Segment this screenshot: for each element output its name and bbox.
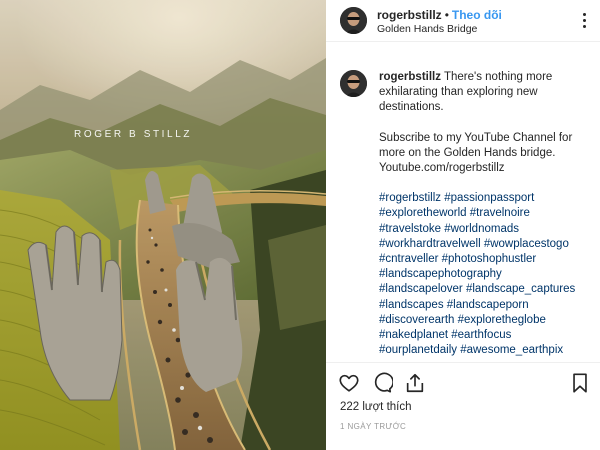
share-icon[interactable] xyxy=(404,372,426,394)
location-link[interactable]: Golden Hands Bridge xyxy=(377,23,477,35)
hashtag-line[interactable]: #discoverearth #exploretheglobe xyxy=(379,313,585,328)
post-details-panel: rogerbstillz • Theo dõi Golden Hands Bridg… xyxy=(326,0,600,450)
comment-icon[interactable] xyxy=(371,372,393,394)
youtube-link: Youtube.com/rogerbstillz xyxy=(379,162,505,175)
avatar[interactable] xyxy=(340,7,367,34)
avatar-image xyxy=(340,70,367,97)
hashtag-line[interactable]: #workhardtravelwell #wowplacestogo xyxy=(379,237,585,252)
header-separator: • xyxy=(444,8,449,22)
post-timestamp: 1 NGÀY TRƯỚC xyxy=(340,422,407,431)
follow-button[interactable]: Theo dõi xyxy=(452,8,502,22)
caption-avatar[interactable] xyxy=(340,70,367,97)
hashtag-line[interactable]: #exploretheworld #travelnoire xyxy=(379,206,585,221)
hashtag-line[interactable]: #landscapelover #landscape_captures xyxy=(379,282,585,297)
post-caption: rogerbstillz There's nothing more exhila… xyxy=(379,70,585,358)
photo-watermark: ROGER B STILLZ xyxy=(74,129,193,140)
hashtag-list: #rogerbstillz #passionpassport #exploret… xyxy=(379,191,585,358)
avatar-image xyxy=(340,7,367,34)
like-count[interactable]: 222 lượt thích xyxy=(340,401,412,413)
hashtag-line[interactable]: #landscapes #landscapeporn xyxy=(379,298,585,313)
hashtag-line[interactable]: #cntraveller #photoshophustler xyxy=(379,252,585,267)
more-options-icon[interactable] xyxy=(582,13,586,29)
caption-text-2: Subscribe to my YouTube Channel for more… xyxy=(379,131,573,159)
hashtag-line[interactable]: #nakedplanet #earthfocus xyxy=(379,328,585,343)
hashtag-line[interactable]: #rogerbstillz #passionpassport xyxy=(379,191,585,206)
bookmark-icon[interactable] xyxy=(569,372,591,394)
header-user-line: rogerbstillz • Theo dõi xyxy=(377,8,502,22)
header-username[interactable]: rogerbstillz xyxy=(377,8,442,22)
action-bar xyxy=(326,362,600,402)
post-header: rogerbstillz • Theo dõi Golden Hands Bridg… xyxy=(326,0,600,42)
heart-icon[interactable] xyxy=(338,372,360,394)
golden-hands-bridge-image xyxy=(0,0,326,450)
comments-area: rogerbstillz There's nothing more exhila… xyxy=(326,56,600,366)
caption-username[interactable]: rogerbstillz xyxy=(379,71,441,83)
hashtag-line[interactable]: #landscapephotography xyxy=(379,267,585,282)
hashtag-line[interactable]: #ourplanetdaily #awesome_earthpix xyxy=(379,343,585,358)
post-photo[interactable]: ROGER B STILLZ xyxy=(0,0,326,450)
hashtag-line[interactable]: #travelstoke #worldnomads xyxy=(379,222,585,237)
